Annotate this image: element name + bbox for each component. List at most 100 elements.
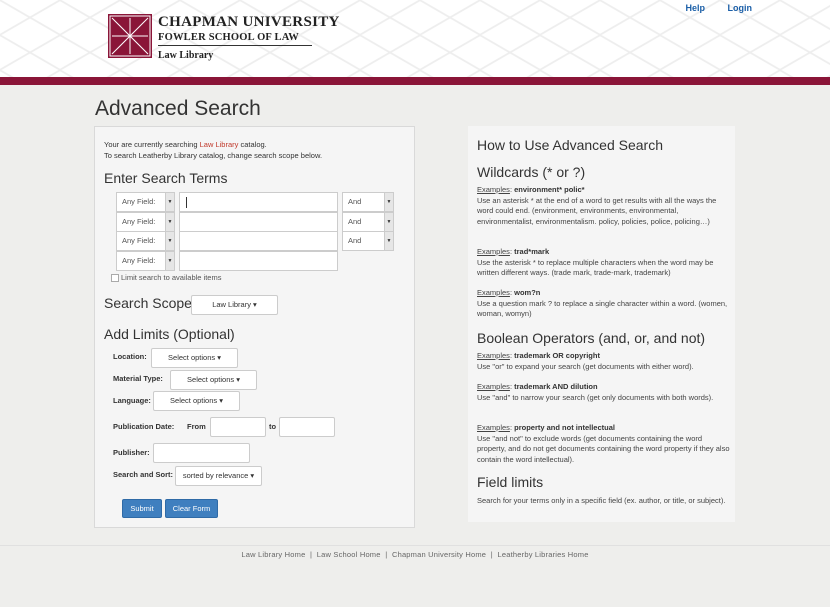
date-to-input[interactable] — [279, 417, 335, 437]
example-term: trademark AND dilution — [514, 382, 598, 391]
footer-nav: Law Library Home | Law School Home | Cha… — [0, 550, 830, 559]
footer-separator: | — [490, 550, 493, 559]
example-block: Examples: trad*mark Use the asterisk * t… — [477, 247, 714, 278]
example-desc: Use "and not" to exclude words (get docu… — [477, 433, 730, 464]
site-header: CHAPMAN UNIVERSITY FOWLER SCHOOL OF LAW … — [0, 0, 830, 77]
chapman-logo-icon[interactable] — [108, 14, 152, 58]
dropdown-arrow-icon: ▼ — [165, 193, 174, 211]
field-select-value: Any Field: — [122, 256, 156, 265]
field-select-value: Any Field: — [122, 197, 156, 206]
footer-link-leatherby[interactable]: Leatherby Libraries Home — [497, 550, 588, 559]
field-select[interactable]: Any Field: ▼ — [116, 212, 175, 232]
example-block: Examples: trademark OR copyright Use "or… — [477, 351, 694, 371]
footer-separator: | — [310, 550, 313, 559]
publisher-input[interactable] — [153, 443, 250, 463]
dropdown-arrow-icon: ▼ — [165, 252, 174, 270]
dropdown-arrow-icon: ▼ — [384, 213, 393, 231]
search-term-input[interactable] — [179, 192, 338, 212]
login-link[interactable]: Login — [728, 3, 753, 13]
example-term: trad*mark — [514, 247, 550, 256]
enter-terms-heading: Enter Search Terms — [104, 170, 228, 186]
example-desc: Use a question mark ? to replace a singl… — [477, 298, 728, 319]
operator-select-value: And — [348, 197, 362, 206]
publication-date-label: Publication Date: — [113, 422, 175, 431]
material-type-label: Material Type: — [113, 374, 163, 383]
checkbox-box[interactable] — [111, 274, 119, 283]
scope-note-line2: To search Leatherby Library catalog, cha… — [104, 151, 323, 160]
scope-note-suffix: catalog. — [238, 140, 267, 149]
scope-note-prefix: Your are currently searching — [104, 140, 200, 149]
language-select[interactable]: Select options ▾ — [153, 391, 240, 411]
example-desc: Use the asterisk * to replace multiple c… — [477, 257, 714, 278]
language-label: Language: — [113, 396, 151, 405]
footer-link-law-school[interactable]: Law School Home — [317, 550, 381, 559]
material-type-select[interactable]: Select options ▾ — [170, 370, 257, 390]
examples-label: Examples — [477, 247, 510, 256]
example-block: Examples: environment* polic* Use an ast… — [477, 185, 717, 226]
date-to-label: to — [269, 422, 277, 431]
examples-label: Examples — [477, 351, 510, 360]
field-select[interactable]: Any Field: ▼ — [116, 231, 175, 251]
logo-wordmark[interactable]: CHAPMAN UNIVERSITY FOWLER SCHOOL OF LAW … — [158, 14, 340, 61]
school-name: FOWLER SCHOOL OF LAW — [158, 32, 300, 43]
help-link[interactable]: Help — [685, 3, 705, 13]
sort-label: Search and Sort: — [113, 470, 174, 479]
text-cursor — [186, 197, 187, 208]
location-select[interactable]: Select options ▾ — [151, 348, 238, 368]
field-select-value: Any Field: — [122, 236, 156, 245]
operator-select[interactable]: And ▼ — [342, 212, 394, 232]
field-select[interactable]: Any Field: ▼ — [116, 192, 175, 212]
footer-link-law-library[interactable]: Law Library Home — [241, 550, 305, 559]
clear-form-button[interactable]: Clear Form — [165, 499, 218, 518]
footer-divider — [0, 545, 830, 546]
operator-select[interactable]: And ▼ — [342, 192, 394, 212]
field-limits-desc: Search for your terms only in a specific… — [477, 496, 726, 505]
search-term-input[interactable] — [179, 231, 338, 251]
location-label: Location: — [113, 352, 147, 361]
add-limits-heading: Add Limits (Optional) — [104, 326, 235, 342]
operator-select[interactable]: And ▼ — [342, 231, 394, 251]
example-block: Examples: property and not intellectual … — [477, 423, 730, 464]
field-select-value: Any Field: — [122, 217, 156, 226]
dropdown-arrow-icon: ▼ — [384, 193, 393, 211]
library-name: Law Library — [158, 50, 214, 61]
example-desc: Use an asterisk * at the end of a word t… — [477, 195, 717, 226]
footer-separator: | — [385, 550, 388, 559]
search-form-panel: Your are currently searching Law Library… — [94, 126, 415, 528]
university-name: CHAPMAN UNIVERSITY — [158, 14, 340, 30]
search-scope-heading: Search Scope — [104, 295, 192, 311]
operator-select-value: And — [348, 217, 362, 226]
scope-library-link[interactable]: Law Library — [200, 140, 239, 149]
page-title: Advanced Search — [95, 97, 261, 120]
example-term: trademark OR copyright — [514, 351, 600, 360]
scope-note: Your are currently searching Law Library… — [104, 139, 322, 161]
example-desc: Use "or" to expand your search (get docu… — [477, 361, 694, 371]
submit-button[interactable]: Submit — [122, 499, 162, 518]
date-from-input[interactable] — [210, 417, 266, 437]
example-block: Examples: trademark AND dilution Use "an… — [477, 382, 714, 402]
dropdown-arrow-icon: ▼ — [384, 232, 393, 250]
examples-label: Examples — [477, 288, 510, 297]
field-select[interactable]: Any Field: ▼ — [116, 251, 175, 271]
limit-available-checkbox[interactable]: Limit search to available items — [111, 273, 222, 283]
search-scope-select[interactable]: Law Library ▾ — [191, 295, 278, 315]
footer-link-chapman[interactable]: Chapman University Home — [392, 550, 486, 559]
limit-available-label: Limit search to available items — [121, 273, 222, 282]
example-term: environment* polic* — [514, 185, 585, 194]
search-term-input[interactable] — [179, 251, 338, 271]
field-limits-heading: Field limits — [477, 474, 544, 490]
search-term-input[interactable] — [179, 212, 338, 232]
examples-label: Examples — [477, 423, 510, 432]
example-term: property and not intellectual — [514, 423, 615, 432]
boolean-heading: Boolean Operators (and, or, and not) — [477, 330, 706, 346]
how-to-heading: How to Use Advanced Search — [477, 137, 663, 153]
example-desc: Use "and" to narrow your search (get onl… — [477, 392, 714, 402]
help-panel: How to Use Advanced Search Wildcards (* … — [468, 126, 735, 522]
sort-select[interactable]: sorted by relevance ▾ — [175, 466, 262, 486]
dropdown-arrow-icon: ▼ — [165, 213, 174, 231]
brand-bar — [0, 77, 830, 85]
example-term: wom?n — [514, 288, 541, 297]
top-nav: Help Login — [665, 3, 752, 13]
example-block: Examples: wom?n Use a question mark ? to… — [477, 288, 728, 319]
examples-label: Examples — [477, 185, 510, 194]
